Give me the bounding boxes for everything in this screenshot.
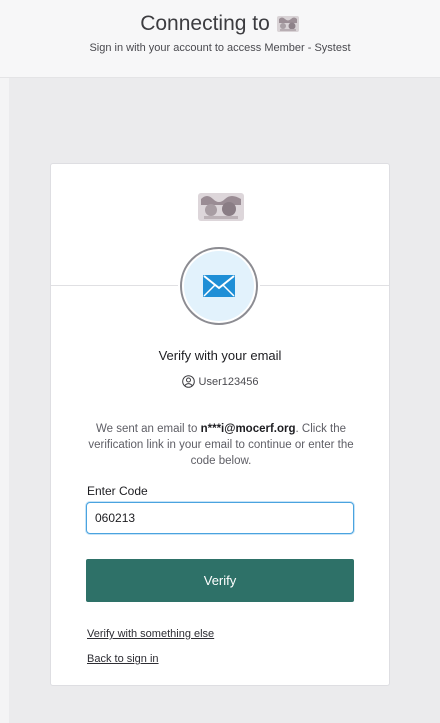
connecting-title: Connecting to	[140, 12, 270, 35]
code-input[interactable]	[86, 502, 354, 534]
user-identifier: User123456	[51, 375, 389, 388]
app-header: Connecting to Sign in with your account …	[0, 0, 440, 78]
connecting-title-row: Connecting to	[0, 11, 440, 37]
divider-right	[260, 285, 389, 286]
envelope-icon	[203, 275, 235, 297]
factor-badge-inner	[184, 251, 254, 321]
connecting-subtitle: Sign in with your account to access Memb…	[89, 42, 351, 54]
instructions-text: We sent an email to n***i@mocerf.org. Cl…	[86, 421, 356, 469]
username: User123456	[198, 375, 259, 388]
verify-button[interactable]: Verify	[86, 559, 354, 602]
org-logo-icon	[276, 16, 299, 32]
verify-heading: Verify with your email	[158, 348, 282, 363]
org-logo-icon	[198, 193, 244, 221]
factor-badge	[180, 247, 258, 325]
masked-email: n***i@mocerf.org	[200, 423, 296, 435]
verification-card: Verify with your email User123456 We sen…	[50, 163, 390, 686]
back-to-sign-in-link[interactable]: Back to sign in	[87, 653, 159, 665]
code-label: Enter Code	[87, 484, 148, 498]
left-edge-strip	[0, 78, 9, 723]
verify-other-method-link[interactable]: Verify with something else	[87, 628, 214, 640]
instructions-prefix: We sent an email to	[95, 423, 201, 435]
divider-left	[51, 285, 178, 286]
user-circle-icon	[181, 375, 195, 388]
